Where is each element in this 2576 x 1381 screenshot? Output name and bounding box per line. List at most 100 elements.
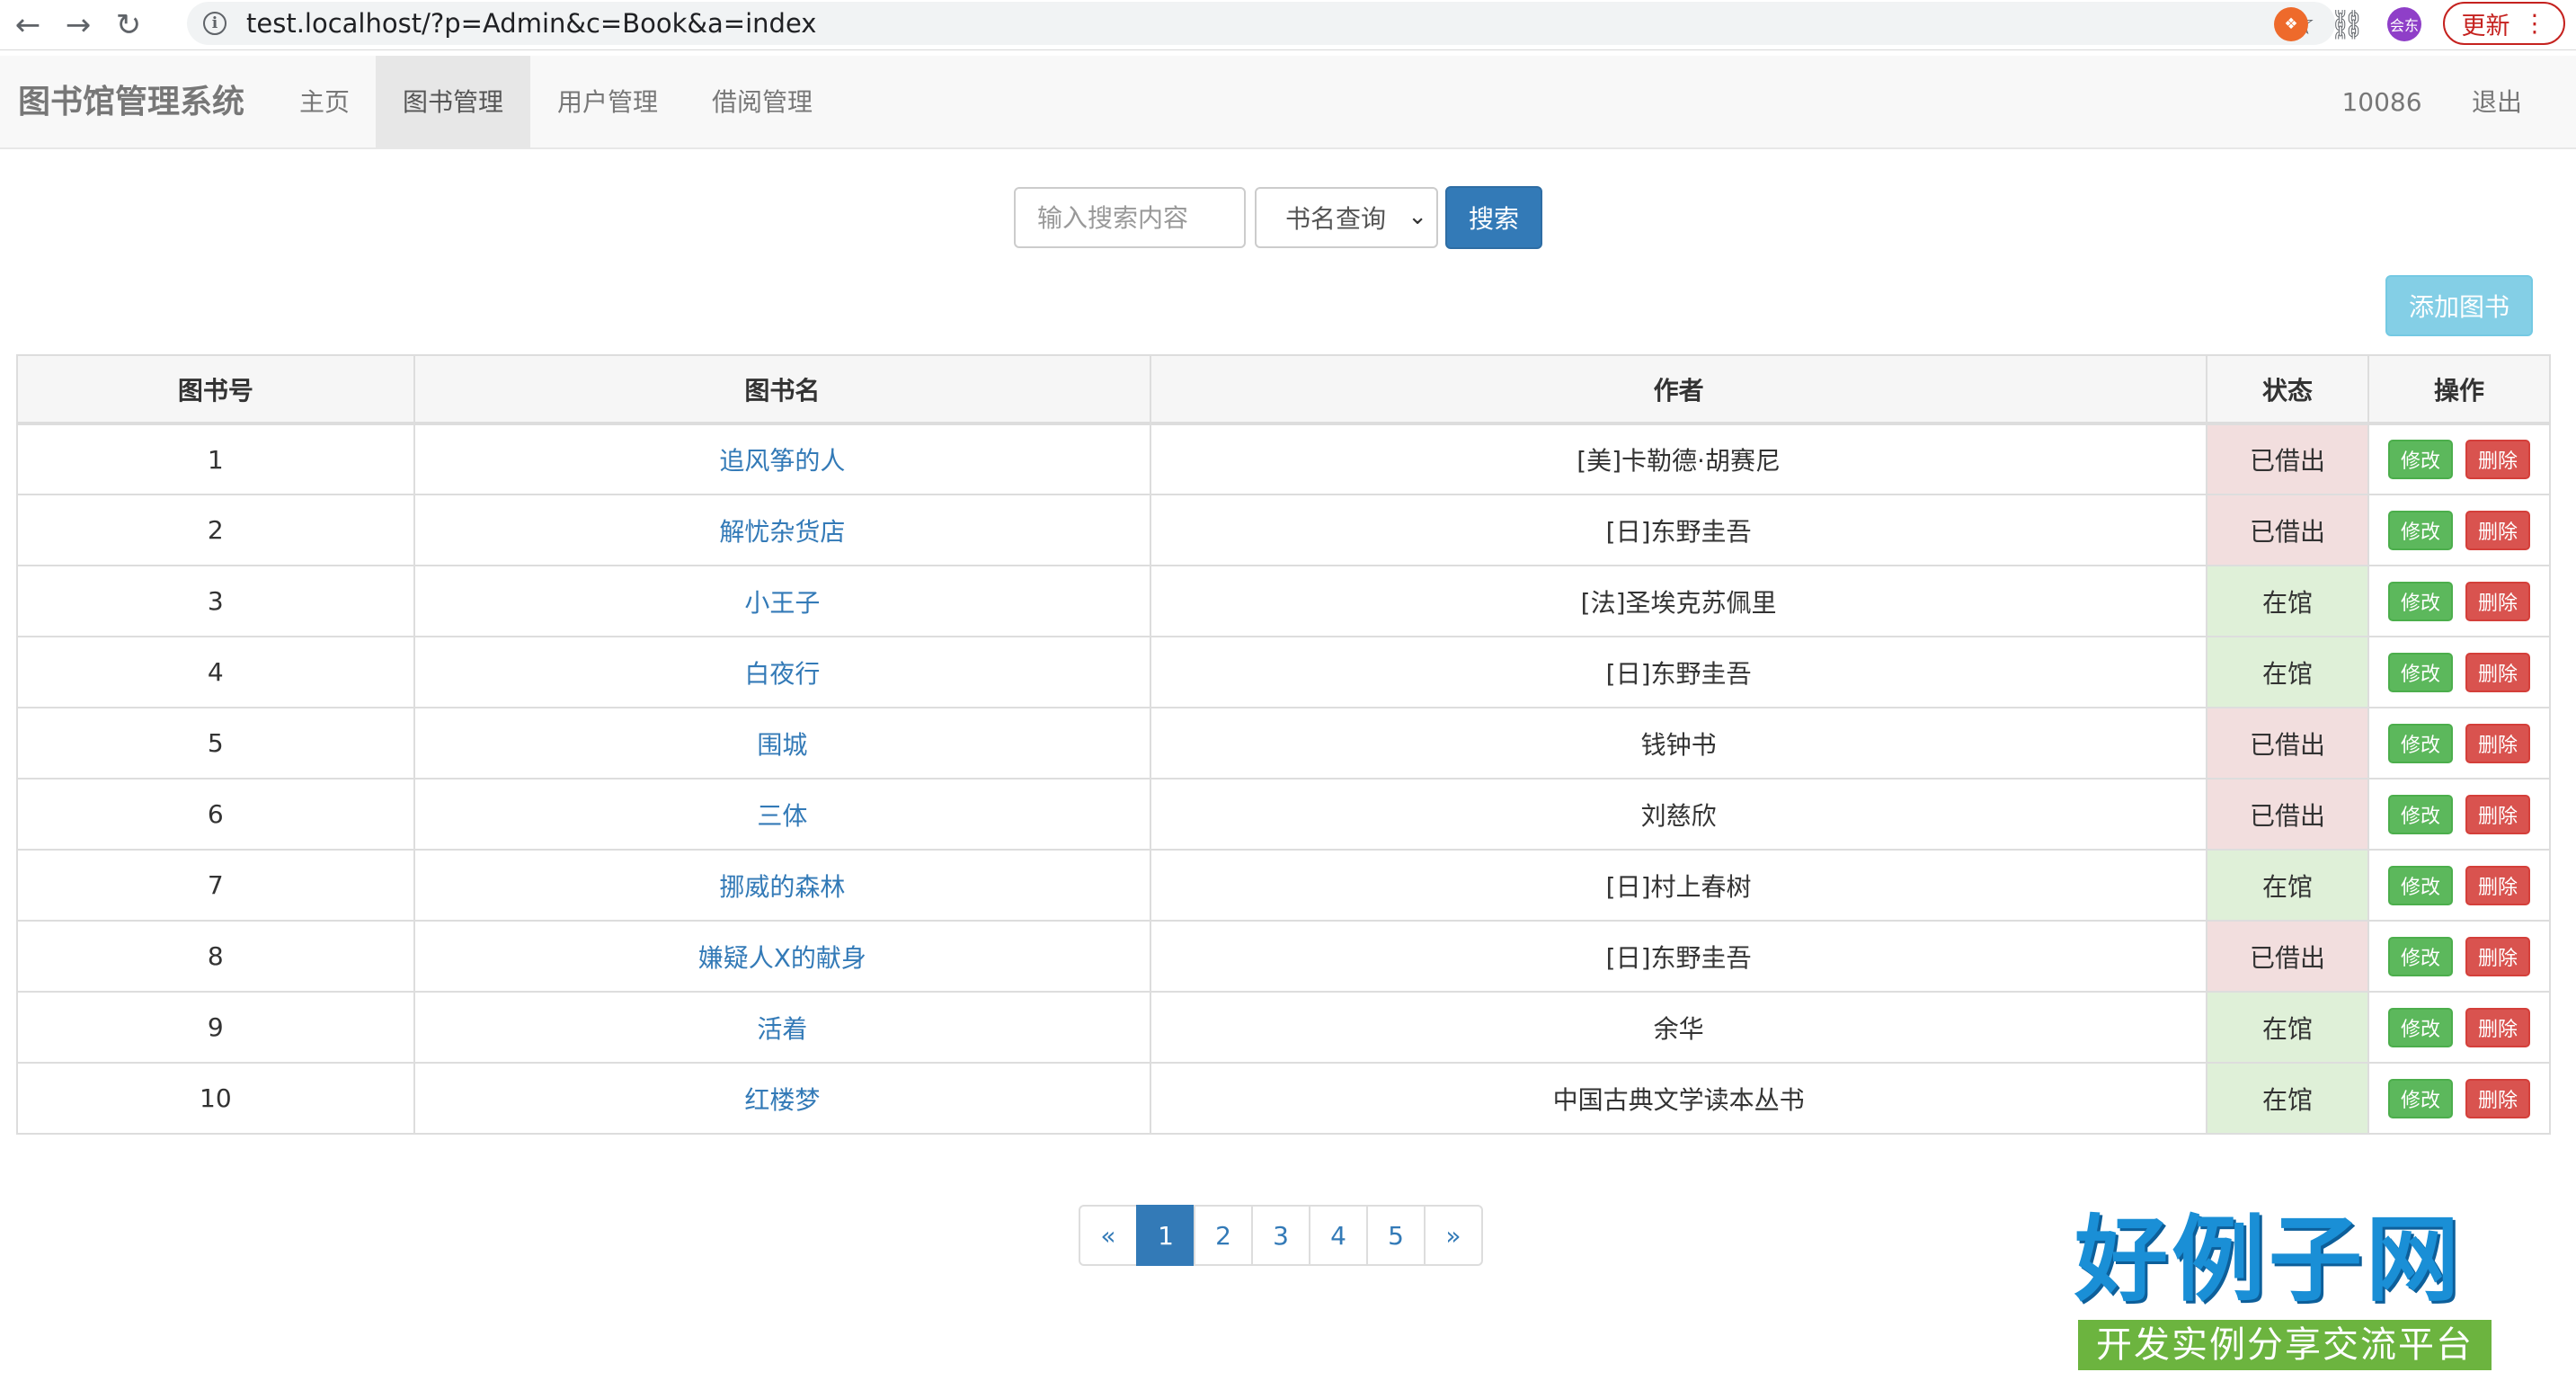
book-id-cell: 1	[16, 423, 415, 495]
delete-button[interactable]: 删除	[2465, 510, 2530, 550]
logout-link[interactable]: 退出	[2452, 56, 2542, 149]
delete-button[interactable]: 删除	[2465, 794, 2530, 834]
book-ops-cell: 修改 删除	[2367, 849, 2551, 922]
page-5[interactable]: 5	[1366, 1205, 1426, 1266]
book-name-link[interactable]: 围城	[757, 730, 807, 760]
page-1[interactable]: 1	[1136, 1205, 1195, 1266]
table-row: 5 围城 钱钟书 已借出 修改 删除	[16, 707, 2551, 780]
edit-button[interactable]: 修改	[2388, 440, 2453, 479]
more-vertical-icon: ⋮	[2522, 9, 2547, 38]
edit-button[interactable]: 修改	[2388, 581, 2453, 621]
address-url[interactable]: test.localhost/?p=Admin&c=Book&a=index	[246, 8, 816, 39]
book-id-cell: 5	[16, 707, 415, 780]
nav-item-home[interactable]: 主页	[284, 56, 365, 149]
book-name-cell: 追风筝的人	[413, 423, 1152, 495]
book-status-cell: 已借出	[2206, 423, 2369, 495]
update-label: 更新	[2461, 12, 2510, 40]
edit-button[interactable]: 修改	[2388, 510, 2453, 550]
browser-update-button[interactable]: 更新 ⋮	[2443, 2, 2565, 45]
book-ops-cell: 修改 删除	[2367, 707, 2551, 780]
edit-button[interactable]: 修改	[2388, 865, 2453, 905]
brand-title[interactable]: 图书馆管理系统	[18, 56, 244, 149]
address-bar[interactable]: i test.localhost/?p=Admin&c=Book&a=index…	[187, 2, 2335, 45]
book-name-link[interactable]: 嫌疑人X的献身	[698, 943, 866, 973]
delete-button[interactable]: 删除	[2465, 936, 2530, 976]
delete-button[interactable]: 删除	[2465, 1078, 2530, 1118]
book-ops-cell: 修改 删除	[2367, 636, 2551, 708]
book-id-cell: 3	[16, 565, 415, 637]
table-body: 1 追风筝的人 [美]卡勒德·胡赛尼 已借出 修改 删除 2 解忧杂货店 [日]东野圭吾 已借出修…	[16, 423, 2551, 1135]
delete-button[interactable]: 删除	[2465, 581, 2530, 621]
add-book-button[interactable]: 添加图书	[2385, 275, 2533, 336]
book-author-cell: 刘慈欣	[1150, 778, 2208, 851]
book-name-cell: 解忧杂货店	[413, 494, 1152, 566]
book-status-cell: 已借出	[2206, 778, 2369, 851]
edit-button[interactable]: 修改	[2388, 652, 2453, 692]
book-name-cell: 挪威的森林	[413, 849, 1152, 922]
book-author-cell: [美]卡勒德·胡赛尼	[1150, 423, 2208, 495]
book-name-link[interactable]: 小王子	[744, 588, 820, 618]
table-row: 1 追风筝的人 [美]卡勒德·胡赛尼 已借出 修改 删除	[16, 423, 2551, 495]
edit-button[interactable]: 修改	[2388, 723, 2453, 763]
book-id-cell: 10	[16, 1062, 415, 1135]
profile-avatar[interactable]: 会东	[2387, 7, 2421, 41]
book-status-cell: 在馆	[2206, 1062, 2369, 1135]
book-name-link[interactable]: 白夜行	[744, 659, 820, 689]
edit-button[interactable]: 修改	[2388, 794, 2453, 834]
table-row: 2 解忧杂货店 [日]东野圭吾 已借出 修改 删除	[16, 494, 2551, 566]
book-name-link[interactable]: 三体	[757, 801, 807, 831]
delete-button[interactable]: 删除	[2465, 865, 2530, 905]
book-name-link[interactable]: 活着	[757, 1014, 807, 1044]
delete-button[interactable]: 删除	[2465, 723, 2530, 763]
delete-button[interactable]: 删除	[2465, 652, 2530, 692]
table-row: 10 红楼梦 中国古典文学读本丛书 在馆 修改 删除	[16, 1062, 2551, 1135]
book-author-cell: [日]东野圭吾	[1150, 494, 2208, 566]
table-row: 3 小王子 [法]圣埃克苏佩里 在馆 修改 删除	[16, 565, 2551, 637]
delete-button[interactable]: 删除	[2465, 440, 2530, 479]
edit-button[interactable]: 修改	[2388, 1007, 2453, 1047]
search-button[interactable]: 搜索	[1445, 186, 1542, 249]
pagination-prev[interactable]: «	[1079, 1205, 1138, 1266]
extension-icon[interactable]: ❖	[2274, 7, 2308, 41]
book-name-link[interactable]: 挪威的森林	[719, 872, 845, 902]
page-3[interactable]: 3	[1251, 1205, 1310, 1266]
chevron-down-icon: ⌄	[1408, 203, 1427, 230]
extensions-puzzle-icon[interactable]: ⛓	[2329, 7, 2366, 41]
book-status-cell: 在馆	[2206, 565, 2369, 637]
book-author-cell: 余华	[1150, 991, 2208, 1064]
edit-button[interactable]: 修改	[2388, 936, 2453, 976]
search-input[interactable]	[1014, 187, 1246, 248]
book-name-link[interactable]: 红楼梦	[744, 1085, 820, 1115]
page-2[interactable]: 2	[1194, 1205, 1253, 1266]
delete-button[interactable]: 删除	[2465, 1007, 2530, 1047]
book-name-cell: 围城	[413, 707, 1152, 780]
book-name-cell: 嫌疑人X的献身	[413, 920, 1152, 993]
nav-item-book-management[interactable]: 图书管理	[376, 56, 530, 149]
info-icon[interactable]: i	[203, 12, 227, 35]
book-id-cell: 7	[16, 849, 415, 922]
table-header-row: 图书号 图书名 作者 状态 操作	[16, 354, 2551, 425]
watermark-logo: 好例子网 开发实例分享交流平台	[2074, 1207, 2502, 1374]
nav-item-user-management[interactable]: 用户管理	[543, 56, 672, 149]
back-arrow-icon[interactable]: ←	[5, 3, 50, 48]
table-row: 8 嫌疑人X的献身 [日]东野圭吾 已借出 修改 删除	[16, 920, 2551, 993]
book-author-cell: 中国古典文学读本丛书	[1150, 1062, 2208, 1135]
reload-icon[interactable]: ↻	[106, 3, 151, 48]
search-type-select[interactable]: 书名查询 ⌄	[1255, 187, 1438, 248]
book-name-link[interactable]: 解忧杂货店	[719, 517, 845, 547]
nav-item-borrow-management[interactable]: 借阅管理	[697, 56, 827, 149]
forward-arrow-icon[interactable]: →	[56, 3, 101, 48]
page-4[interactable]: 4	[1309, 1205, 1368, 1266]
book-id-cell: 6	[16, 778, 415, 851]
pagination-next[interactable]: »	[1424, 1205, 1483, 1266]
user-id[interactable]: 10086	[2328, 56, 2436, 149]
book-name-link[interactable]: 追风筝的人	[719, 446, 845, 476]
book-author-cell: [法]圣埃克苏佩里	[1150, 565, 2208, 637]
edit-button[interactable]: 修改	[2388, 1078, 2453, 1118]
app-navbar: 图书馆管理系统 主页 图书管理 用户管理 借阅管理 10086 退出	[0, 56, 2576, 149]
book-status-cell: 已借出	[2206, 707, 2369, 780]
table-row: 9 活着 余华 在馆 修改 删除	[16, 991, 2551, 1064]
book-name-cell: 活着	[413, 991, 1152, 1064]
book-author-cell: [日]东野圭吾	[1150, 920, 2208, 993]
book-status-cell: 在馆	[2206, 991, 2369, 1064]
